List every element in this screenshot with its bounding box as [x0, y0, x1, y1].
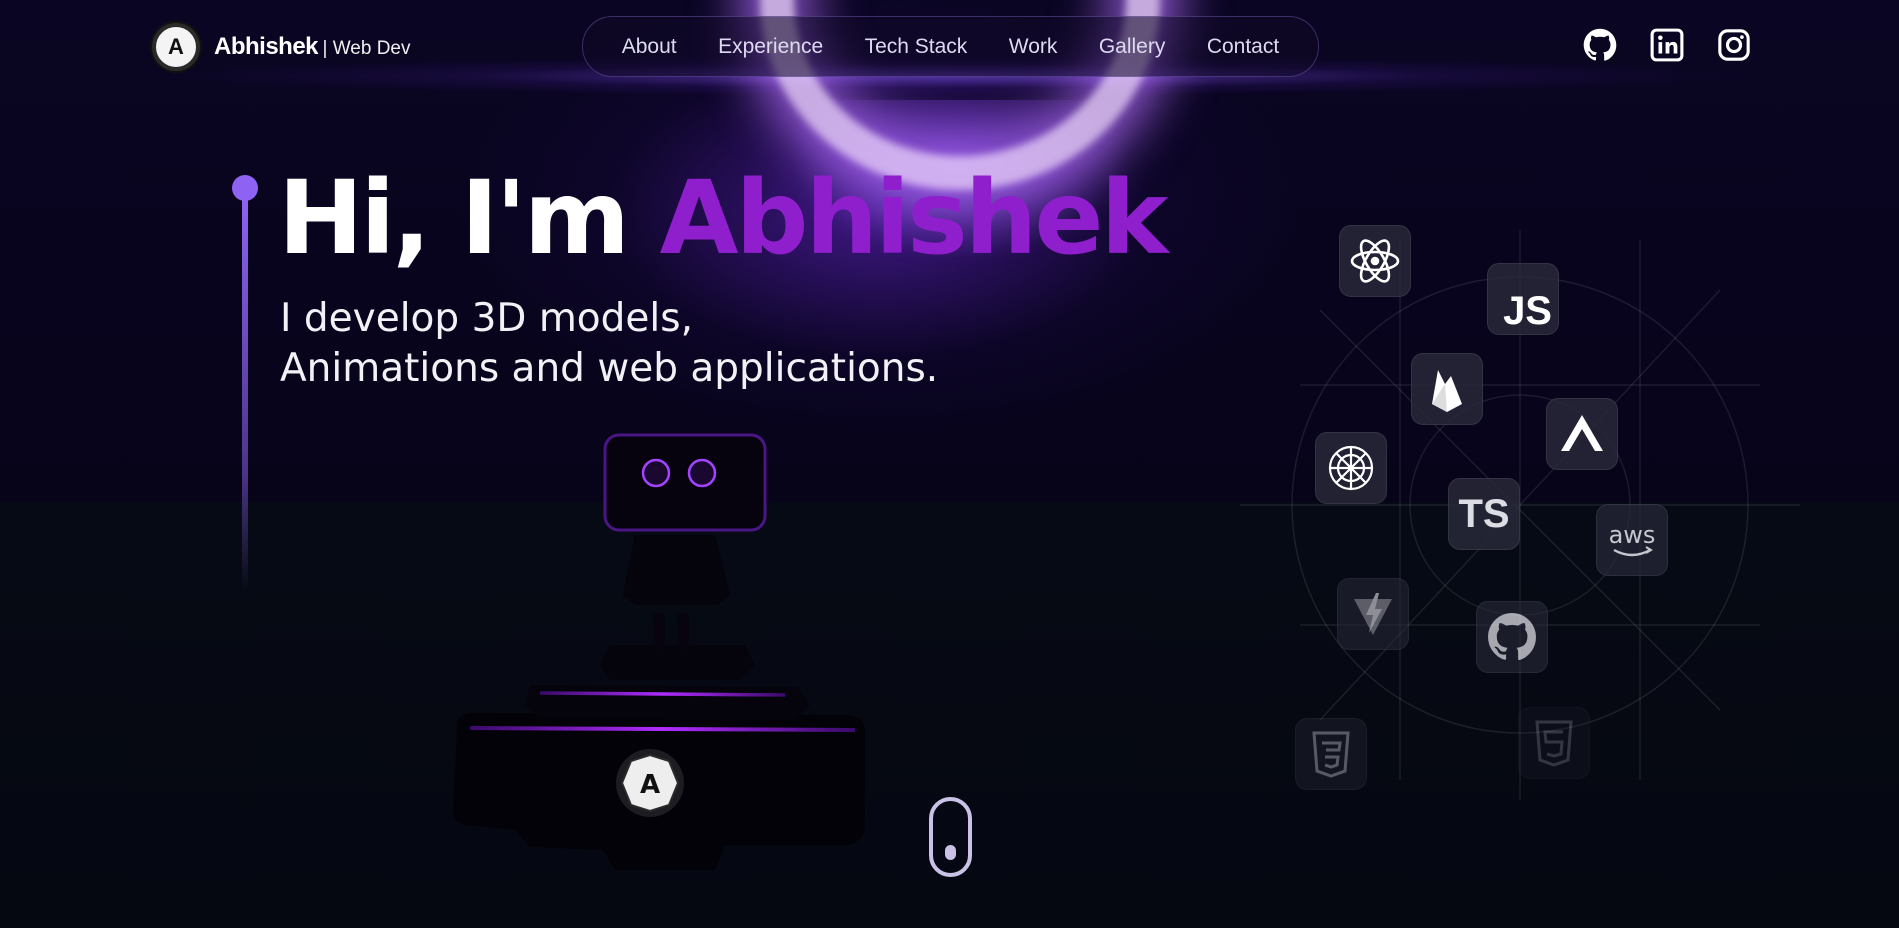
- robot-badge-letter: A: [640, 770, 660, 800]
- typescript-icon: TS: [1458, 491, 1510, 536]
- brand-subtitle: | Web Dev: [322, 38, 411, 59]
- nav-tech-stack[interactable]: Tech Stack: [865, 35, 968, 59]
- html5-icon: [1535, 720, 1573, 767]
- vite-icon: [1354, 593, 1392, 635]
- tech-aws-tile[interactable]: aws: [1596, 504, 1668, 576]
- scroll-dot: [945, 845, 956, 860]
- nav-work[interactable]: Work: [1009, 35, 1058, 59]
- hero-title: Hi, I'm Abhishek: [278, 168, 1168, 270]
- robot-model[interactable]: A: [445, 425, 875, 880]
- javascript-icon: JS: [1503, 289, 1552, 333]
- nav-gallery[interactable]: Gallery: [1099, 35, 1166, 59]
- hero-name: Abhishek: [659, 159, 1169, 278]
- social-links: [1583, 28, 1751, 62]
- instagram-icon[interactable]: [1717, 28, 1751, 62]
- openai-icon: [1328, 445, 1374, 491]
- hero-timeline: [232, 175, 258, 595]
- tech-react-tile[interactable]: [1339, 225, 1411, 297]
- main-nav: About Experience Tech Stack Work Gallery…: [582, 16, 1319, 77]
- timeline-line: [242, 197, 248, 592]
- vercel-icon: [1561, 415, 1603, 451]
- tech-github-tile[interactable]: [1476, 601, 1548, 673]
- nav-contact[interactable]: Contact: [1207, 35, 1279, 59]
- brand[interactable]: A Abhishek | Web Dev: [152, 23, 411, 71]
- scroll-indicator[interactable]: [929, 797, 972, 877]
- github-icon: [1488, 613, 1536, 661]
- css3-icon: [1312, 731, 1350, 778]
- brand-name: Abhishek: [214, 33, 319, 60]
- tech-openai-tile[interactable]: [1315, 432, 1387, 504]
- tech-vite-tile[interactable]: [1337, 578, 1409, 650]
- tech-css3-tile[interactable]: [1295, 718, 1367, 790]
- tech-typescript-tile[interactable]: TS: [1448, 478, 1520, 550]
- hero-tagline-line2: Animations and web applications.: [280, 346, 939, 391]
- hero-greeting: Hi, I'm: [278, 159, 660, 278]
- aws-label: aws: [1609, 521, 1656, 549]
- nav-about[interactable]: About: [622, 35, 677, 59]
- tech-javascript-tile[interactable]: JS: [1487, 263, 1559, 335]
- tech-html5-tile[interactable]: [1518, 707, 1590, 779]
- brand-logo: A: [152, 23, 200, 71]
- aws-icon: aws: [1609, 521, 1656, 557]
- tech-stack-orbit: JS TS aws: [1220, 200, 1820, 820]
- linkedin-icon[interactable]: [1650, 28, 1684, 62]
- github-icon[interactable]: [1583, 28, 1617, 62]
- tech-vercel-tile[interactable]: [1546, 398, 1618, 470]
- brand-logo-letter: A: [168, 34, 184, 59]
- nav-experience[interactable]: Experience: [718, 35, 823, 59]
- hero-tagline: I develop 3D models, Animations and web …: [280, 294, 938, 394]
- react-icon: [1350, 239, 1400, 283]
- firebase-icon: [1432, 370, 1462, 412]
- hero-tagline-line1: I develop 3D models,: [280, 296, 693, 341]
- tech-firebase-tile[interactable]: [1411, 353, 1483, 425]
